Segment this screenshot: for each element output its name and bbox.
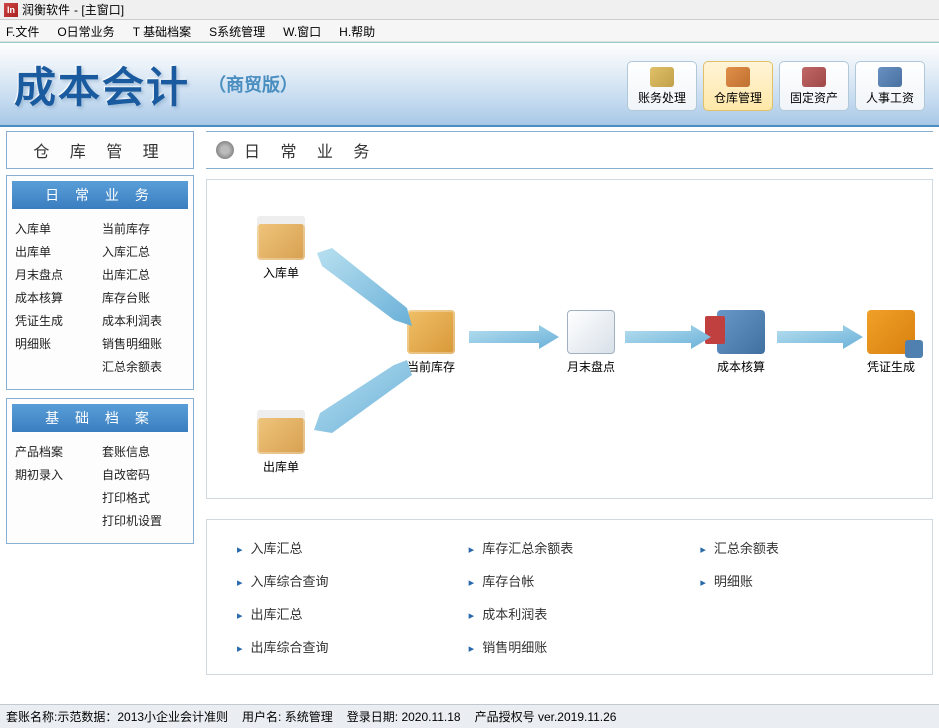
module-icon <box>878 67 902 87</box>
menu-help[interactable]: H.帮助 <box>339 23 375 38</box>
sidebar-group-1: 基 础 档 案产品档案套账信息期初录入自改密码打印格式打印机设置 <box>6 398 194 544</box>
sidebar: 仓 库 管 理 日 常 业 务入库单当前库存出库单入库汇总月末盘点出库汇总成本核… <box>6 131 194 703</box>
module-icon <box>802 67 826 87</box>
sidebar-item[interactable]: 入库汇总 <box>102 243 185 260</box>
module-label: 账务处理 <box>638 89 686 106</box>
report-link[interactable]: 销售明细账 <box>469 637 671 656</box>
gear-icon <box>216 141 234 159</box>
arrow-icon <box>625 325 711 349</box>
report-link[interactable]: 入库综合查询 <box>237 571 439 590</box>
sidebar-item[interactable]: 凭证生成 <box>15 312 98 329</box>
node-inbound[interactable]: 入库单 <box>257 216 305 281</box>
sidebar-group-0: 日 常 业 务入库单当前库存出库单入库汇总月末盘点出库汇总成本核算库存台账凭证生… <box>6 175 194 390</box>
node-voucher[interactable]: 凭证生成 <box>867 310 915 375</box>
report-link[interactable]: 库存汇总余额表 <box>469 538 671 557</box>
content-header: 日 常 业 务 <box>206 131 933 169</box>
sidebar-item[interactable]: 产品档案 <box>15 443 98 460</box>
box-open-icon <box>257 410 305 454</box>
status-user: 用户名: 系统管理 <box>242 708 333 725</box>
node-label: 凭证生成 <box>867 358 915 375</box>
arrow-icon <box>312 355 412 435</box>
report-link[interactable]: 成本利润表 <box>469 604 671 623</box>
report-link[interactable]: 入库汇总 <box>237 538 439 557</box>
sidebar-title: 仓 库 管 理 <box>6 131 194 169</box>
paper-icon <box>567 310 615 354</box>
workflow-diagram: 入库单 当前库存 出库单 月末盘点 成本核算 凭证生成 <box>206 179 933 499</box>
module-button-3[interactable]: 人事工资 <box>855 61 925 111</box>
module-label: 仓库管理 <box>714 89 762 106</box>
sidebar-item[interactable]: 汇总余额表 <box>102 358 185 375</box>
status-login: 登录日期: 2020.11.18 <box>347 708 461 725</box>
header-banner: 成本会计 （商贸版） 账务处理 仓库管理 固定资产 人事工资 <box>0 42 939 127</box>
report-link[interactable]: 汇总余额表 <box>700 538 902 557</box>
sidebar-item[interactable]: 出库汇总 <box>102 266 185 283</box>
sidebar-item[interactable]: 打印机设置 <box>102 512 185 529</box>
box-icon <box>407 310 455 354</box>
sidebar-item[interactable]: 成本核算 <box>15 289 98 306</box>
sidebar-item[interactable]: 月末盘点 <box>15 266 98 283</box>
report-links: 入库汇总 库存汇总余额表 汇总余额表入库综合查询 库存台帐 明细账出库汇总 成本利润表出库… <box>206 519 933 675</box>
content-title: 日 常 业 务 <box>244 138 377 162</box>
status-account: 套账名称:示范数据：2013小企业会计准则 <box>6 708 228 725</box>
node-outbound[interactable]: 出库单 <box>257 410 305 475</box>
node-label: 入库单 <box>257 264 305 281</box>
menu-window[interactable]: W.窗口 <box>283 23 321 38</box>
menu-daily[interactable]: O日常业务 <box>57 23 114 38</box>
menu-file[interactable]: F.文件 <box>6 23 39 38</box>
sidebar-item[interactable]: 自改密码 <box>102 466 185 483</box>
statusbar: 套账名称:示范数据：2013小企业会计准则 用户名: 系统管理 登录日期: 20… <box>0 704 939 728</box>
certificate-icon <box>867 310 915 354</box>
menubar: F.文件 O日常业务 T 基础档案 S系统管理 W.窗口 H.帮助 <box>0 20 939 42</box>
sidebar-item[interactable]: 打印格式 <box>102 489 185 506</box>
app-name: 润衡软件 <box>22 1 70 18</box>
calculator-icon <box>717 310 765 354</box>
sidebar-item[interactable]: 出库单 <box>15 243 98 260</box>
sidebar-group-header: 日 常 业 务 <box>11 180 189 210</box>
module-icon <box>650 67 674 87</box>
module-button-1[interactable]: 仓库管理 <box>703 61 773 111</box>
module-label: 人事工资 <box>866 89 914 106</box>
sidebar-item[interactable]: 套账信息 <box>102 443 185 460</box>
report-link[interactable]: 出库综合查询 <box>237 637 439 656</box>
sidebar-item[interactable]: 期初录入 <box>15 466 98 483</box>
sidebar-item[interactable]: 库存台账 <box>102 289 185 306</box>
module-icon <box>726 67 750 87</box>
menu-system[interactable]: S系统管理 <box>209 23 265 38</box>
node-label: 成本核算 <box>717 358 765 375</box>
node-label: 月末盘点 <box>567 358 615 375</box>
window-title: - [主窗口] <box>74 1 124 18</box>
app-subtitle: （商贸版） <box>208 71 298 97</box>
titlebar: In 润衡软件 - [主窗口] <box>0 0 939 20</box>
app-title: 成本会计 <box>14 54 190 115</box>
node-month-end[interactable]: 月末盘点 <box>567 310 615 375</box>
sidebar-item[interactable]: 成本利润表 <box>102 312 185 329</box>
node-label: 出库单 <box>257 458 305 475</box>
sidebar-group-header: 基 础 档 案 <box>11 403 189 433</box>
module-label: 固定资产 <box>790 89 838 106</box>
arrow-icon <box>469 325 559 349</box>
arrow-icon <box>312 248 412 328</box>
report-link[interactable]: 库存台帐 <box>469 571 671 590</box>
content: 日 常 业 务 入库单 当前库存 出库单 月末盘点 成本核算 <box>194 131 933 703</box>
report-link[interactable]: 明细账 <box>700 571 902 590</box>
module-button-0[interactable]: 账务处理 <box>627 61 697 111</box>
arrow-icon <box>777 325 863 349</box>
menu-archive[interactable]: T 基础档案 <box>133 23 191 38</box>
node-label: 当前库存 <box>407 358 455 375</box>
sidebar-item[interactable]: 入库单 <box>15 220 98 237</box>
module-button-2[interactable]: 固定资产 <box>779 61 849 111</box>
node-current-stock[interactable]: 当前库存 <box>407 310 455 375</box>
sidebar-item[interactable]: 销售明细账 <box>102 335 185 352</box>
app-icon: In <box>4 3 18 17</box>
node-cost-calc[interactable]: 成本核算 <box>717 310 765 375</box>
sidebar-item[interactable]: 明细账 <box>15 335 98 352</box>
header-module-buttons: 账务处理 仓库管理 固定资产 人事工资 <box>627 61 925 111</box>
report-link[interactable]: 出库汇总 <box>237 604 439 623</box>
box-open-icon <box>257 216 305 260</box>
sidebar-item[interactable]: 当前库存 <box>102 220 185 237</box>
status-license: 产品授权号 ver.2019.11.26 <box>475 708 617 725</box>
